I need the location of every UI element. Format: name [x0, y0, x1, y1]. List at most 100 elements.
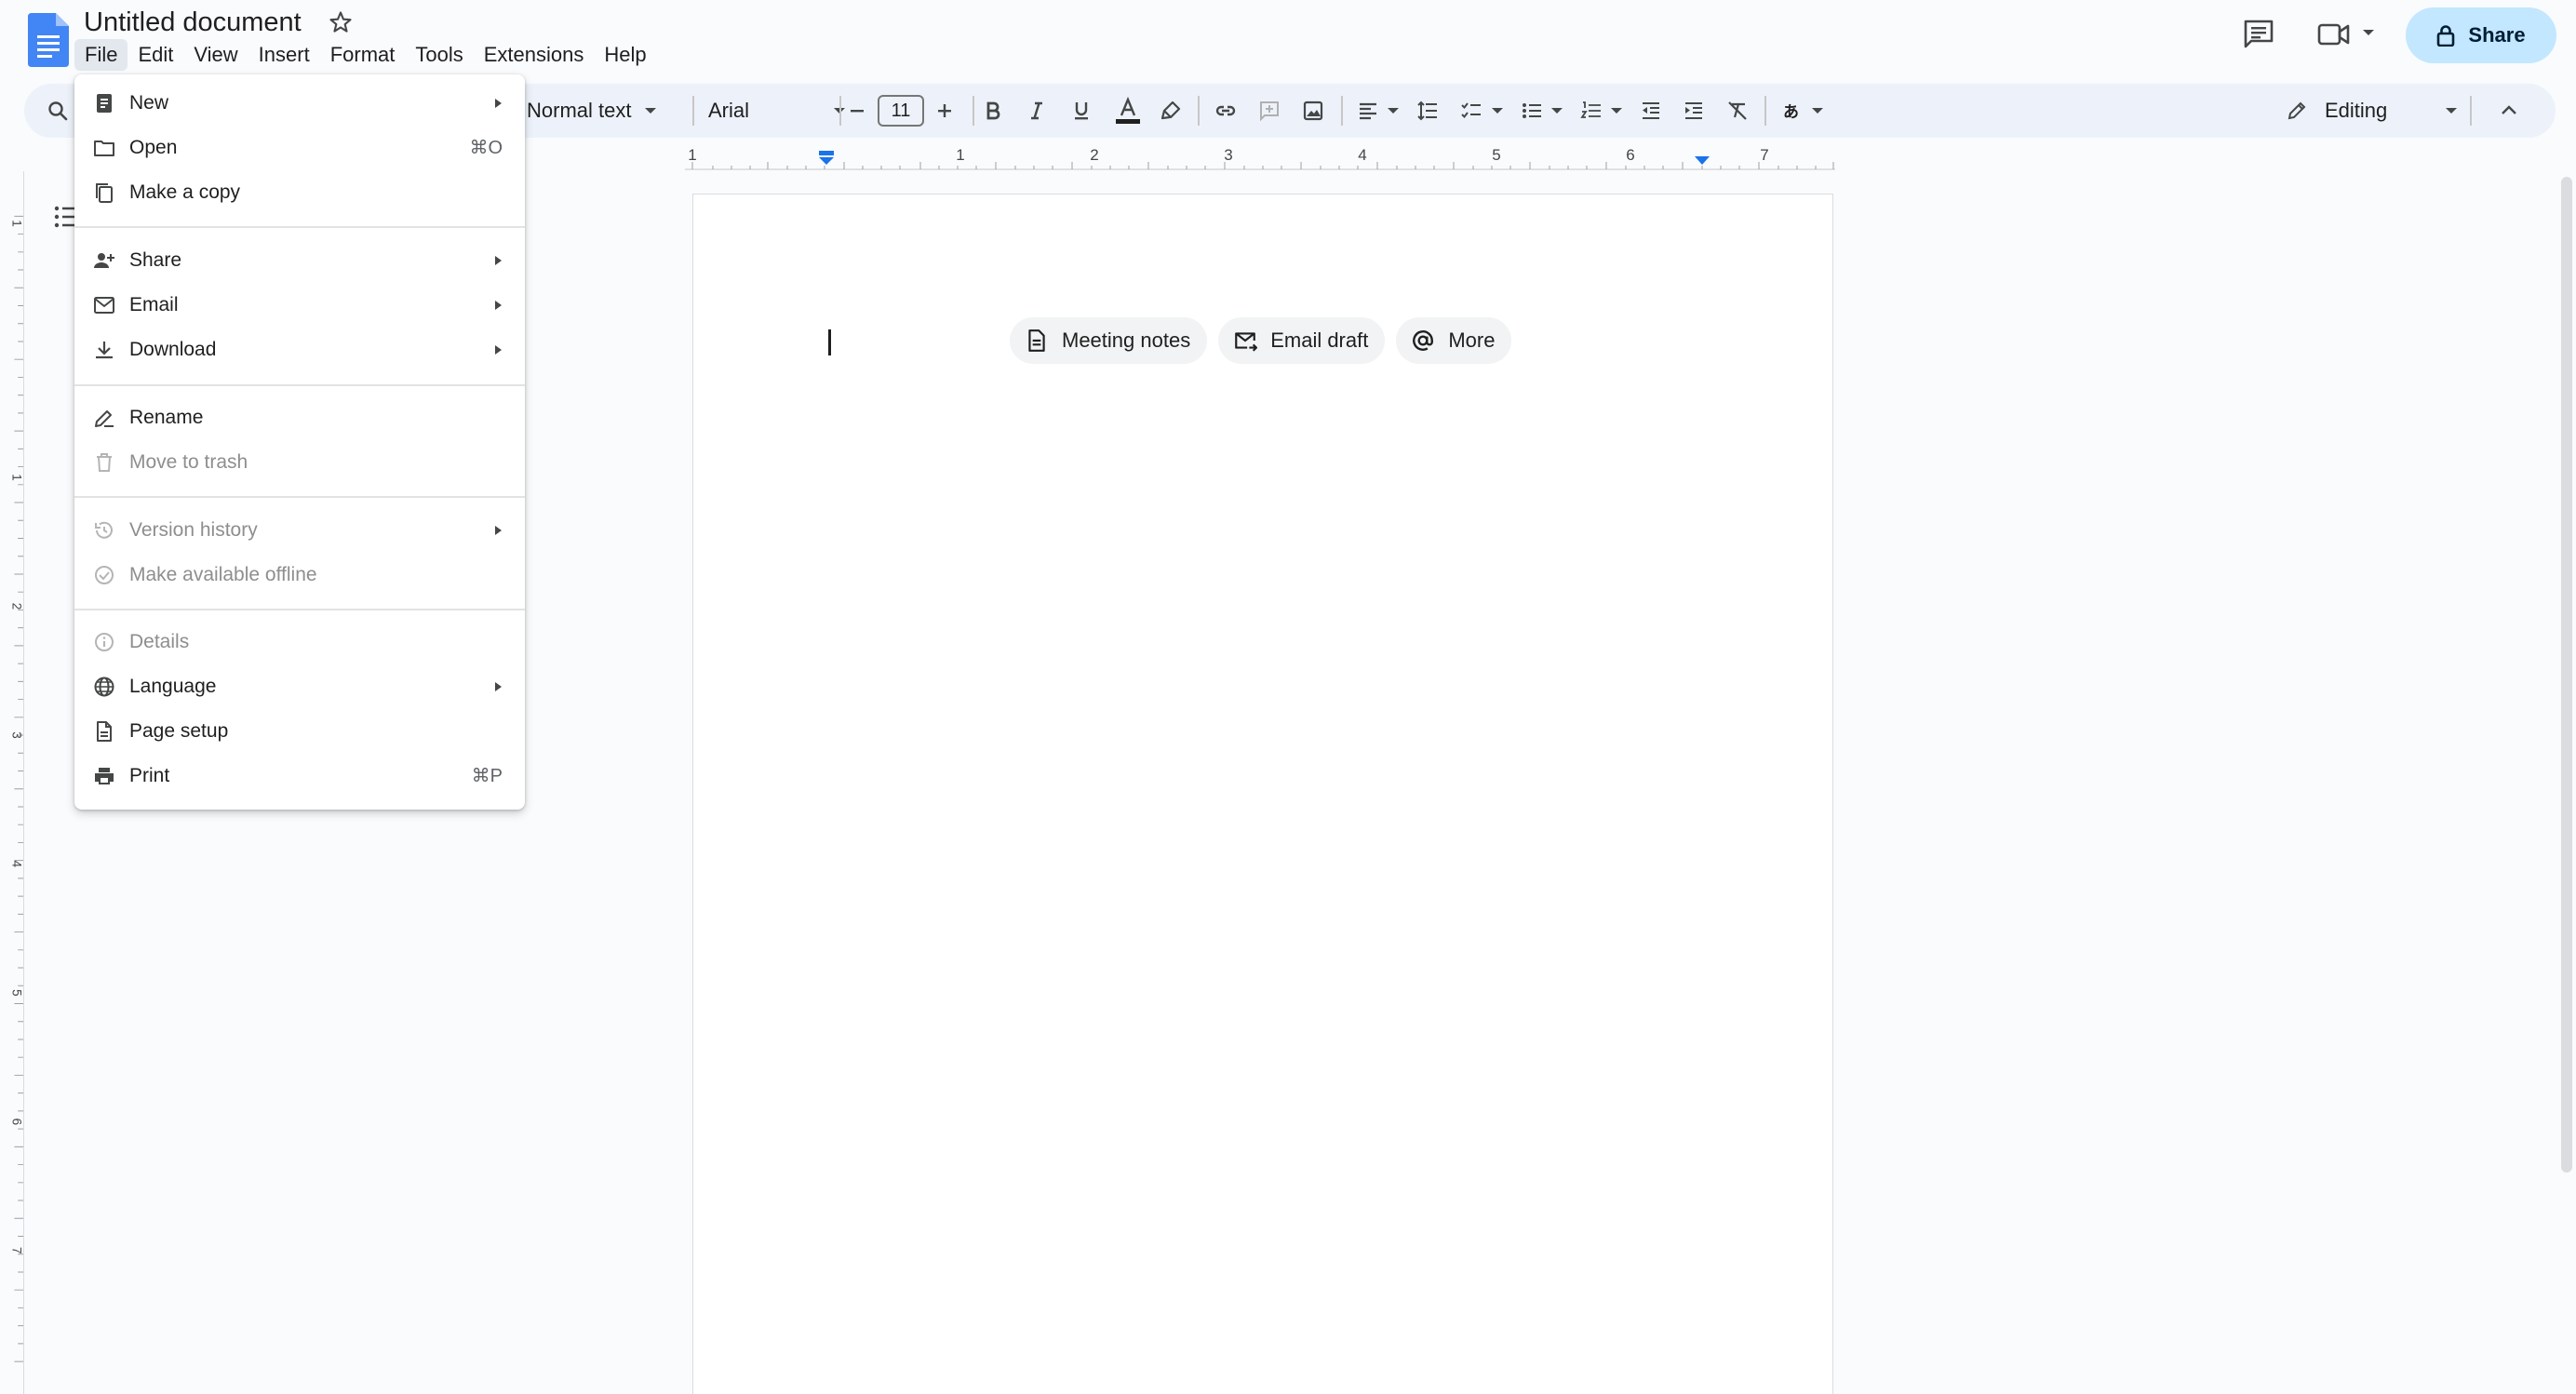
vertical-ruler-label: 1 — [9, 474, 23, 480]
insert-link-icon[interactable] — [1214, 100, 1237, 122]
vertical-ruler-label: 4 — [9, 861, 23, 868]
bulleted-list-icon[interactable] — [1521, 100, 1543, 122]
menu-format[interactable]: Format — [320, 39, 406, 71]
email-draft-chip[interactable]: Email draft — [1218, 317, 1386, 364]
file-menu-email[interactable]: Email — [74, 284, 525, 327]
menu-tools[interactable]: Tools — [405, 39, 473, 71]
horizontal-ruler[interactable]: 1 1 2 3 4 5 6 7 — [685, 145, 1835, 171]
menu-divider — [74, 384, 525, 386]
italic-icon[interactable] — [1026, 100, 1048, 122]
checklist-icon[interactable] — [1460, 100, 1483, 122]
share-button[interactable]: Share — [2406, 7, 2556, 63]
underline-icon[interactable] — [1070, 100, 1093, 122]
menu-item-label: Open — [129, 137, 178, 158]
history-icon — [95, 521, 113, 539]
chevron-down-icon[interactable] — [1550, 106, 1563, 115]
chevron-down-icon[interactable] — [2362, 28, 2375, 37]
chevron-down-icon[interactable] — [1811, 106, 1824, 115]
file-menu-page-setup[interactable]: Page setup — [74, 710, 525, 753]
file-menu-move-to-trash[interactable]: Move to trash — [74, 441, 525, 484]
menu-file[interactable]: File — [74, 39, 128, 71]
meeting-notes-chip[interactable]: Meeting notes — [1010, 317, 1208, 364]
file-menu-version-history[interactable]: Version history — [74, 509, 525, 552]
document-page[interactable]: Meeting notes Email draft More — [692, 194, 1833, 1394]
hide-menus-chevron-up-icon[interactable] — [2498, 100, 2520, 122]
bold-icon[interactable] — [982, 100, 1004, 122]
left-indent-marker[interactable] — [819, 151, 834, 165]
pencil-icon — [2288, 101, 2306, 120]
search-menus[interactable] — [47, 84, 69, 138]
document-title[interactable]: Untitled document — [84, 6, 302, 39]
file-menu-make-available-offline[interactable]: Make available offline — [74, 554, 525, 596]
chip-label: Meeting notes — [1062, 328, 1191, 352]
menu-help[interactable]: Help — [594, 39, 656, 71]
trash-icon — [97, 453, 112, 472]
input-tools-icon[interactable]: あ — [1781, 100, 1804, 122]
font-size-input[interactable]: 11 — [878, 95, 924, 127]
add-comment-icon[interactable] — [1258, 100, 1281, 122]
line-spacing-icon[interactable] — [1416, 100, 1439, 122]
ruler-label: 2 — [1090, 146, 1098, 164]
offline-icon — [95, 566, 114, 584]
menu-extensions[interactable]: Extensions — [474, 39, 595, 71]
menu-item-label: Move to trash — [129, 451, 248, 473]
vertical-ruler-label: 2 — [9, 603, 23, 610]
decrease-font-size-icon[interactable] — [846, 100, 868, 122]
ruler-label: 5 — [1492, 146, 1500, 164]
vertical-ruler[interactable]: 1 1 2 3 4 5 6 7 — [0, 171, 24, 1394]
toolbar-divider — [692, 96, 694, 126]
highlight-color-icon[interactable] — [1160, 100, 1182, 122]
submenu-arrow-icon — [495, 682, 502, 691]
file-menu-dropdown: New Open ⌘O Make a copy Share Email Down… — [74, 74, 525, 810]
file-menu-share[interactable]: Share — [74, 239, 525, 282]
toolbar-divider — [839, 96, 841, 126]
submenu-arrow-icon — [495, 256, 502, 265]
star-icon[interactable] — [328, 9, 354, 35]
editing-mode-select[interactable]: Editing — [2286, 84, 2458, 138]
file-menu-open[interactable]: Open ⌘O — [74, 127, 525, 169]
clear-formatting-icon[interactable] — [1726, 100, 1749, 122]
at-icon — [1413, 330, 1434, 351]
menu-item-label: Share — [129, 249, 182, 271]
ruler-label: 7 — [1760, 146, 1768, 164]
insert-image-icon[interactable] — [1302, 100, 1324, 122]
menu-edit[interactable]: Edit — [127, 39, 183, 71]
toolbar-divider — [2470, 96, 2472, 126]
chevron-down-icon[interactable] — [1491, 106, 1504, 115]
align-left-icon[interactable] — [1357, 100, 1379, 122]
paragraph-style-select[interactable]: Normal text — [527, 84, 657, 138]
vertical-scrollbar[interactable] — [2561, 177, 2572, 1173]
menu-divider — [74, 226, 525, 228]
file-menu-rename[interactable]: Rename — [74, 396, 525, 439]
menu-insert[interactable]: Insert — [248, 39, 320, 71]
docs-logo-icon[interactable] — [28, 13, 69, 67]
menu-item-label: Version history — [129, 519, 258, 541]
file-menu-print[interactable]: Print ⌘P — [74, 755, 525, 798]
chevron-down-icon[interactable] — [1610, 106, 1623, 115]
editing-mode-label: Editing — [2325, 99, 2388, 122]
menu-item-label: Email — [129, 294, 179, 315]
video-call-icon[interactable] — [2317, 20, 2351, 48]
submenu-arrow-icon — [495, 301, 502, 310]
ruler-label: 3 — [1224, 146, 1232, 164]
numbered-list-icon[interactable] — [1580, 100, 1603, 122]
file-menu-language[interactable]: Language — [74, 665, 525, 708]
text-color-icon[interactable] — [1114, 97, 1142, 125]
file-menu-new[interactable]: New — [74, 82, 525, 125]
file-menu-details[interactable]: Details — [74, 621, 525, 663]
file-menu-download[interactable]: Download — [74, 328, 525, 371]
right-indent-marker[interactable] — [1695, 156, 1710, 165]
menu-item-label: Details — [129, 631, 190, 652]
vertical-ruler-label: 1 — [9, 220, 23, 226]
file-menu-make-copy[interactable]: Make a copy — [74, 171, 525, 214]
increase-indent-icon[interactable] — [1683, 100, 1705, 122]
increase-font-size-icon[interactable] — [933, 100, 956, 122]
decrease-indent-icon[interactable] — [1640, 100, 1662, 122]
font-family-select[interactable]: Arial — [708, 84, 848, 138]
menu-item-label: Page setup — [129, 720, 229, 742]
comments-icon[interactable] — [2243, 19, 2274, 48]
more-chip[interactable]: More — [1396, 317, 1512, 364]
menu-view[interactable]: View — [183, 39, 248, 71]
chevron-down-icon[interactable] — [1387, 106, 1400, 115]
chevron-down-icon — [645, 108, 657, 114]
